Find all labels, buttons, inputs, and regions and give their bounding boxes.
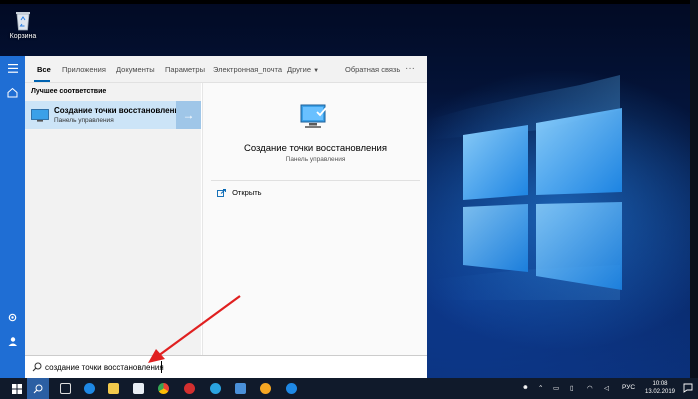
windows-start-icon xyxy=(12,384,22,394)
chrome-icon[interactable] xyxy=(158,383,169,394)
taskbar: ☻ ⌃ ▭ ▯ ◠ ◁ РУС 10:08 13.02.2019 xyxy=(0,378,698,399)
desktop: Корзина Все Приложения Документы Парамет… xyxy=(0,0,698,378)
opera-icon[interactable] xyxy=(184,383,195,394)
wifi-icon[interactable]: ◠ xyxy=(587,384,593,392)
action-center-icon[interactable] xyxy=(683,383,693,393)
telegram-icon[interactable] xyxy=(210,383,221,394)
people-icon[interactable]: ☻ xyxy=(522,384,529,391)
volume-icon[interactable]: ◁ xyxy=(604,384,609,392)
mail-icon[interactable] xyxy=(235,383,246,394)
store-icon[interactable] xyxy=(133,383,144,394)
file-explorer-icon[interactable] xyxy=(108,383,119,394)
tray-chevron-icon[interactable]: ⌃ xyxy=(538,384,543,392)
messenger-icon[interactable] xyxy=(286,383,297,394)
clock-time: 10:08 xyxy=(652,381,668,387)
edge-icon[interactable] xyxy=(84,383,95,394)
clock[interactable]: 10:08 13.02.2019 xyxy=(641,380,679,396)
annotation-arrow xyxy=(148,295,241,363)
network-icon[interactable]: ▭ xyxy=(553,384,559,392)
start-button[interactable] xyxy=(5,378,29,399)
battery-icon[interactable]: ▯ xyxy=(570,384,574,392)
language-indicator[interactable]: РУС xyxy=(622,384,635,391)
task-view-icon[interactable] xyxy=(60,383,71,394)
yandex-icon[interactable] xyxy=(260,383,271,394)
taskbar-search-button[interactable] xyxy=(27,378,49,399)
clock-date: 13.02.2019 xyxy=(644,389,676,395)
taskbar-search-icon xyxy=(33,384,43,394)
